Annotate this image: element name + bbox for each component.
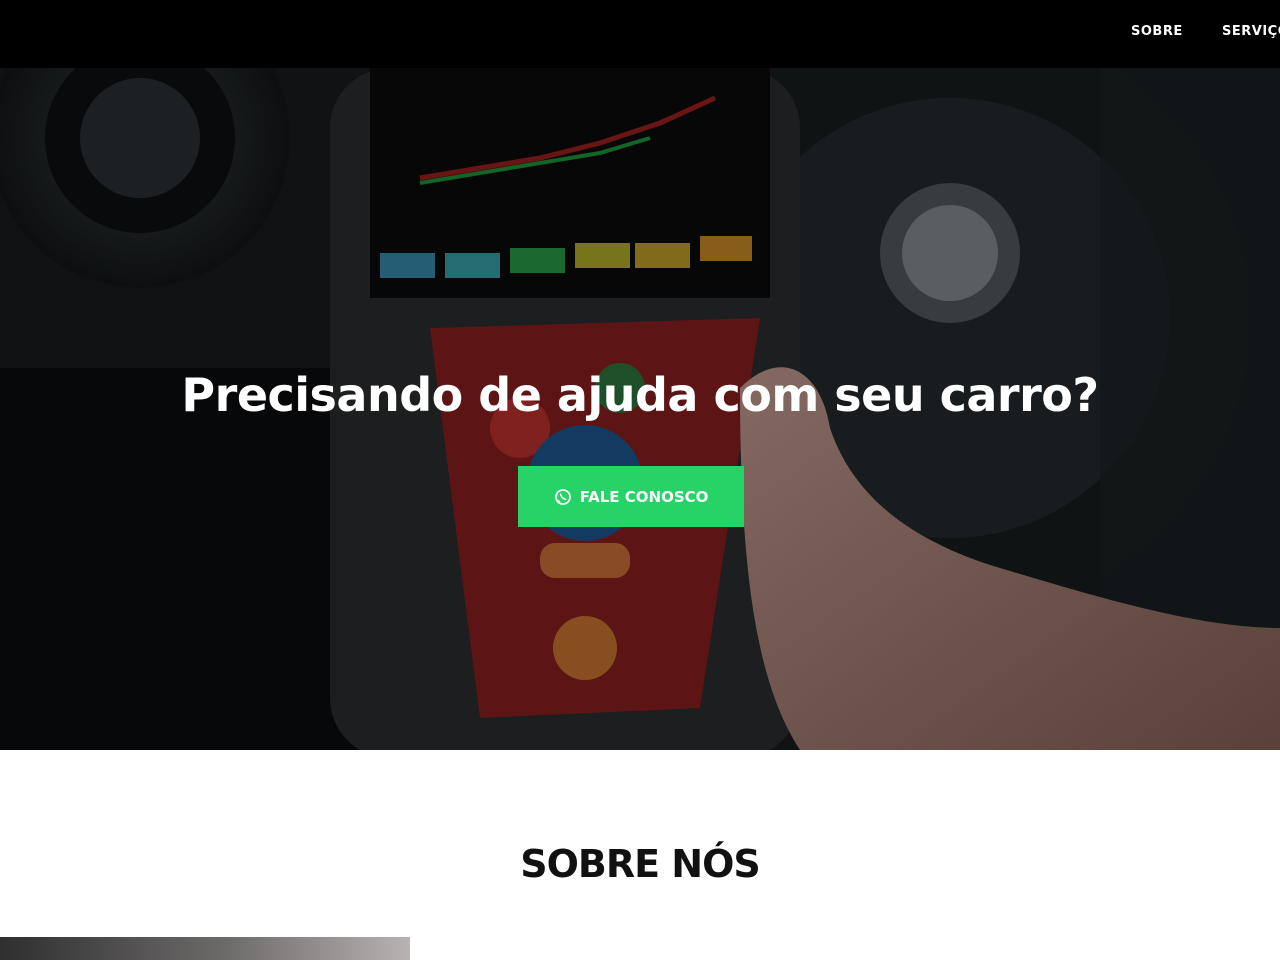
contact-us-button[interactable]: FALE CONOSCO <box>518 466 744 527</box>
hero-headline: Precisando de ajuda com seu carro? <box>181 368 1099 422</box>
nav-link-sobre[interactable]: SOBRE <box>1131 24 1183 39</box>
hero-section: Precisando de ajuda com seu carro? FALE … <box>0 68 1280 750</box>
about-image <box>0 937 410 960</box>
top-navigation-bar: SOBRE SERVIÇOS <box>0 0 1280 68</box>
about-section-title: SOBRE NÓS <box>520 842 761 886</box>
contact-us-button-label: FALE CONOSCO <box>579 487 709 506</box>
whatsapp-icon <box>554 488 572 506</box>
nav-link-servicos[interactable]: SERVIÇOS <box>1222 24 1280 39</box>
